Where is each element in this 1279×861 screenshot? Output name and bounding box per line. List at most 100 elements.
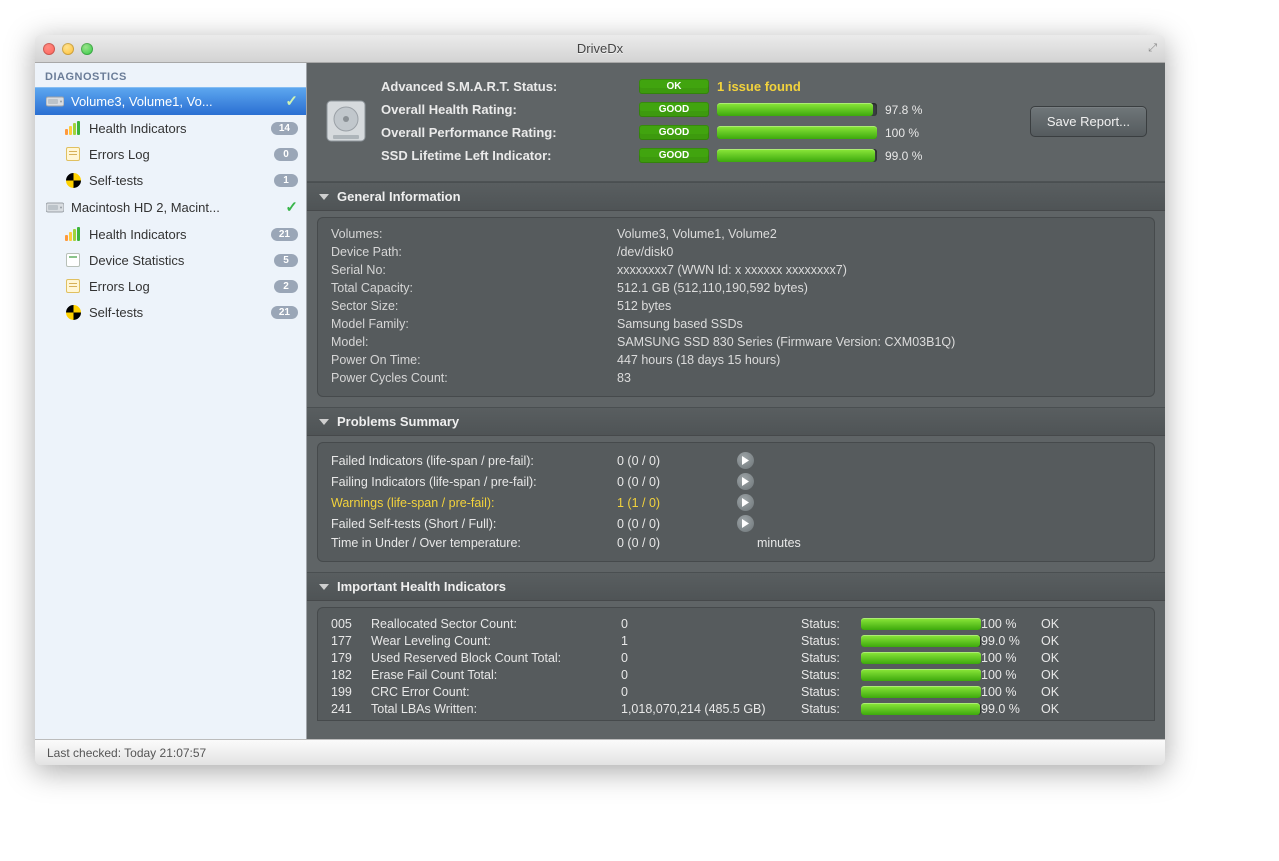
kv-val: Samsung based SSDs xyxy=(617,317,1141,331)
prob-val: 0 (0 / 0) xyxy=(617,536,727,550)
detail-arrow-icon[interactable] xyxy=(737,515,754,532)
kv-key: Total Capacity: xyxy=(331,281,617,295)
summary-header: Advanced S.M.A.R.T. Status: OK 1 issue f… xyxy=(307,63,1165,182)
count-badge: 1 xyxy=(274,174,298,187)
sidebar-item-drive1[interactable]: Volume3, Volume1, Vo... ✓ xyxy=(35,87,306,115)
health-row: 179 Used Reserved Block Count Total: 0 S… xyxy=(331,649,1141,666)
sidebar-item-errors[interactable]: Errors Log 0 xyxy=(35,141,306,167)
detail-arrow-icon[interactable] xyxy=(737,473,754,490)
health-rating-label: Overall Health Rating: xyxy=(381,102,631,117)
health-rating-bar xyxy=(717,103,877,116)
attr-raw: 0 xyxy=(621,685,801,699)
kv-val: 447 hours (18 days 15 hours) xyxy=(617,353,1141,367)
kv-key: Model: xyxy=(331,335,617,349)
problems-panel: Failed Indicators (life-span / pre-fail)… xyxy=(317,442,1155,562)
titlebar[interactable]: DriveDx ⤢ xyxy=(35,35,1165,63)
smart-status-label: Advanced S.M.A.R.T. Status: xyxy=(381,79,631,94)
main-pane: Advanced S.M.A.R.T. Status: OK 1 issue f… xyxy=(307,63,1165,739)
sidebar-item-errors[interactable]: Errors Log 2 xyxy=(35,273,306,299)
sidebar-item-health[interactable]: Health Indicators 14 xyxy=(35,115,306,141)
health-row: 182 Erase Fail Count Total: 0 Status: 10… xyxy=(331,666,1141,683)
kv-key: Model Family: xyxy=(331,317,617,331)
smart-status-pill: OK xyxy=(639,79,709,94)
ssd-life-pill: GOOD xyxy=(639,148,709,163)
sidebar-item-label: Health Indicators xyxy=(89,227,271,242)
prob-val: 0 (0 / 0) xyxy=(617,475,727,489)
kv-val: /dev/disk0 xyxy=(617,245,1141,259)
save-report-button[interactable]: Save Report... xyxy=(1030,106,1147,137)
health-row: 199 CRC Error Count: 0 Status: 100 % OK xyxy=(331,683,1141,700)
attr-raw: 1 xyxy=(621,634,801,648)
general-panel: Volumes:Volume3, Volume1, Volume2 Device… xyxy=(317,217,1155,397)
drive-icon xyxy=(45,93,65,109)
selftest-icon xyxy=(63,172,83,188)
health-rating-pct: 97.8 % xyxy=(885,103,945,117)
sidebar-item-drive2[interactable]: Macintosh HD 2, Macint... ✓ xyxy=(35,193,306,221)
prob-unit: minutes xyxy=(757,536,1141,550)
section-title: Important Health Indicators xyxy=(337,579,506,594)
prob-key: Failed Indicators (life-span / pre-fail)… xyxy=(331,454,617,468)
status-bar xyxy=(861,703,981,715)
attr-raw: 0 xyxy=(621,617,801,631)
sidebar-item-label: Health Indicators xyxy=(89,121,271,136)
status-ok: OK xyxy=(1041,702,1081,716)
check-icon: ✓ xyxy=(285,198,298,216)
prob-key: Failing Indicators (life-span / pre-fail… xyxy=(331,475,617,489)
status-label: Status: xyxy=(801,617,861,631)
kv-key: Power On Time: xyxy=(331,353,617,367)
section-title: General Information xyxy=(337,189,461,204)
status-pct: 100 % xyxy=(981,668,1041,682)
selftest-icon xyxy=(63,304,83,320)
perf-rating-pill: GOOD xyxy=(639,125,709,140)
status-ok: OK xyxy=(1041,634,1081,648)
attr-raw: 0 xyxy=(621,651,801,665)
statusbar: Last checked: Today 21:07:57 xyxy=(35,739,1165,765)
sidebar-item-label: Self-tests xyxy=(89,305,271,320)
prob-val: 1 (1 / 0) xyxy=(617,496,727,510)
count-badge: 21 xyxy=(271,228,298,241)
status-label: Status: xyxy=(801,651,861,665)
status-ok: OK xyxy=(1041,668,1081,682)
sidebar-item-label: Volume3, Volume1, Vo... xyxy=(71,94,285,109)
sidebar-item-health[interactable]: Health Indicators 21 xyxy=(35,221,306,247)
sidebar-item-label: Errors Log xyxy=(89,279,274,294)
sidebar-item-label: Device Statistics xyxy=(89,253,274,268)
attr-name: Total LBAs Written: xyxy=(371,702,621,716)
prob-val: 0 (0 / 0) xyxy=(617,454,727,468)
status-ok: OK xyxy=(1041,617,1081,631)
detail-arrow-icon[interactable] xyxy=(737,494,754,511)
sidebar-item-selftests[interactable]: Self-tests 21 xyxy=(35,299,306,325)
kv-val: Volume3, Volume1, Volume2 xyxy=(617,227,1141,241)
attr-id: 179 xyxy=(331,651,371,665)
status-pct: 100 % xyxy=(981,651,1041,665)
app-window: DriveDx ⤢ DIAGNOSTICS Volume3, Volume1, … xyxy=(35,35,1165,765)
kv-key: Power Cycles Count: xyxy=(331,371,617,385)
sidebar-item-label: Macintosh HD 2, Macint... xyxy=(71,200,285,215)
sidebar-item-selftests[interactable]: Self-tests 1 xyxy=(35,167,306,193)
kv-val: 512 bytes xyxy=(617,299,1141,313)
ssd-life-bar xyxy=(717,149,877,162)
stats-icon xyxy=(63,252,83,268)
sidebar-item-stats[interactable]: Device Statistics 5 xyxy=(35,247,306,273)
count-badge: 0 xyxy=(274,148,298,161)
status-ok: OK xyxy=(1041,685,1081,699)
health-row: 005 Reallocated Sector Count: 0 Status: … xyxy=(331,615,1141,632)
attr-raw: 0 xyxy=(621,668,801,682)
section-problems[interactable]: Problems Summary xyxy=(307,407,1165,436)
health-row: 177 Wear Leveling Count: 1 Status: 99.0 … xyxy=(331,632,1141,649)
sidebar-header: DIAGNOSTICS xyxy=(35,63,306,87)
attr-name: CRC Error Count: xyxy=(371,685,621,699)
drive-art-icon xyxy=(325,97,367,145)
status-pct: 99.0 % xyxy=(981,634,1041,648)
attr-id: 177 xyxy=(331,634,371,648)
perf-rating-bar xyxy=(717,126,877,139)
status-bar xyxy=(861,635,981,647)
status-ok: OK xyxy=(1041,651,1081,665)
status-bar xyxy=(861,686,981,698)
kv-key: Sector Size: xyxy=(331,299,617,313)
detail-arrow-icon[interactable] xyxy=(737,452,754,469)
section-health[interactable]: Important Health Indicators xyxy=(307,572,1165,601)
ssd-life-label: SSD Lifetime Left Indicator: xyxy=(381,148,631,163)
kv-val: xxxxxxxx7 (WWN Id: x xxxxxx xxxxxxxx7) xyxy=(617,263,1141,277)
section-general[interactable]: General Information xyxy=(307,182,1165,211)
